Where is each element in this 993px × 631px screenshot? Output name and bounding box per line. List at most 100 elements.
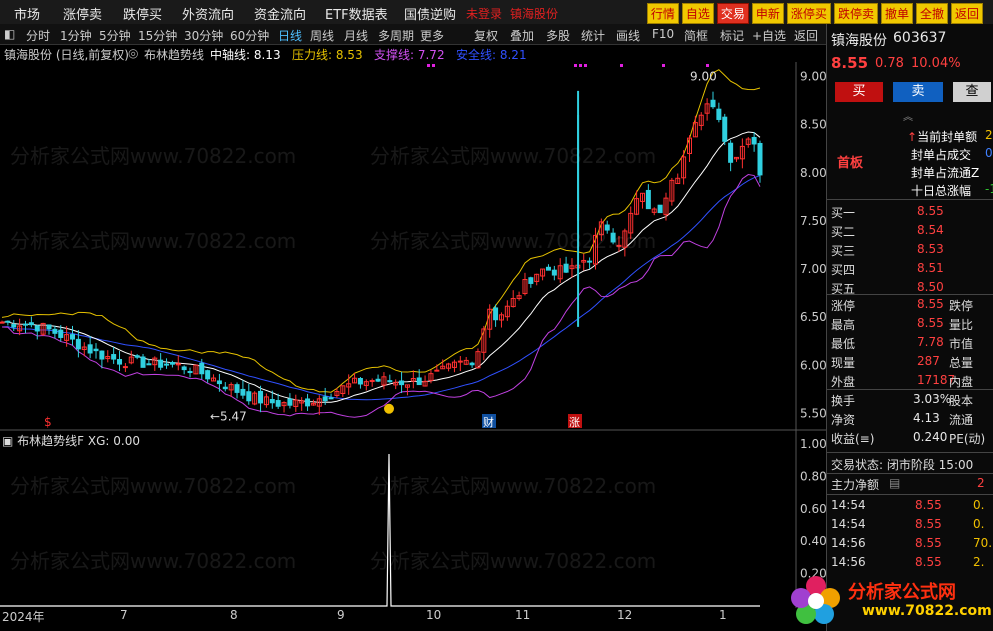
x-axis-label: 8 xyxy=(230,608,238,622)
stat-value: 3.03% xyxy=(913,392,952,406)
tab-30min[interactable]: 30分钟 xyxy=(184,27,223,44)
menu-limit-up-sell[interactable]: 涨停卖 xyxy=(63,4,102,23)
tick-time: 14:54 xyxy=(831,498,866,512)
tab-multi-period[interactable]: 多周期 xyxy=(378,27,414,44)
menu-fund-flow[interactable]: 资金流向 xyxy=(254,4,306,23)
sell-button[interactable]: 卖 xyxy=(893,82,943,102)
cancel-all-button[interactable]: 全撤 xyxy=(915,3,948,24)
candle-body xyxy=(28,322,34,326)
tab-15min[interactable]: 15分钟 xyxy=(138,27,177,44)
indicator-name[interactable]: 布林趋势线 xyxy=(144,46,204,63)
top-menu-bar: 市场 涨停卖 跌停买 外资流向 资金流向 ETF数据表 国债逆购 未登录 镇海股… xyxy=(0,0,993,25)
candle-body xyxy=(545,266,551,271)
info-seal-float: 封单占流通Z xyxy=(911,166,980,180)
candle-body xyxy=(34,325,40,332)
stat-label-right: 总量 xyxy=(949,356,974,370)
tool-draw[interactable]: 画线 xyxy=(616,27,640,44)
tab-daily[interactable]: 日线 xyxy=(278,27,302,44)
menu-market[interactable]: 市场 xyxy=(14,4,40,23)
tab-weekly[interactable]: 周线 xyxy=(310,27,334,44)
candle-body xyxy=(710,99,716,108)
tab-monthly[interactable]: 月线 xyxy=(344,27,368,44)
low-price-label: ←5.47 xyxy=(210,409,247,423)
tool-mark[interactable]: 标记 xyxy=(720,27,744,44)
sub-indicator-legend: ▣ 布林趋势线F XG: 0.00 xyxy=(2,432,140,449)
stat-label: 外盘 xyxy=(831,375,856,389)
candle-body xyxy=(23,323,29,326)
collapse-icon[interactable]: ︽ xyxy=(903,108,913,123)
tick-volume: 0. xyxy=(973,498,985,512)
menu-repo[interactable]: 国债逆购 xyxy=(404,4,456,23)
y-axis-tick: 5.50 xyxy=(800,407,826,421)
tab-more[interactable]: 更多 xyxy=(420,27,444,44)
candle-body xyxy=(322,396,328,402)
dollar-marker: $ xyxy=(44,415,52,429)
sub-toggle-icon[interactable]: ▣ xyxy=(2,434,17,448)
candle-body xyxy=(722,116,728,142)
netflow-list-icon[interactable]: ▤ xyxy=(889,476,900,490)
legend-toggle-icon[interactable]: ◎ xyxy=(128,46,138,60)
stat-value: 8.55 xyxy=(917,297,944,311)
limit-marker: 涨 xyxy=(569,416,580,429)
candle-body xyxy=(158,359,164,368)
menu-foreign-flow[interactable]: 外资流向 xyxy=(182,4,234,23)
login-status[interactable]: 未登录 xyxy=(466,5,502,22)
netflow-value: 2 xyxy=(977,476,985,490)
stat-label-right: PE(动) xyxy=(949,432,986,446)
menu-limit-down-buy[interactable]: 跌停买 xyxy=(123,4,162,23)
info-value: 0. xyxy=(985,146,993,160)
candle-body xyxy=(563,263,569,273)
signal-marker xyxy=(427,64,430,67)
tool-stats[interactable]: 统计 xyxy=(581,27,605,44)
y-axis-tick: 7.00 xyxy=(800,262,826,276)
tool-back[interactable]: 返回 xyxy=(794,27,818,44)
y-axis-tick: 7.50 xyxy=(800,214,826,228)
tool-f10[interactable]: F10 xyxy=(652,27,674,41)
book-level-label: 买二 xyxy=(831,225,856,239)
query-button[interactable]: 查 xyxy=(953,82,991,102)
buy-button[interactable]: 买 xyxy=(835,82,883,102)
candle-body xyxy=(399,380,405,386)
book-level-price: 8.51 xyxy=(917,261,944,275)
trade-button[interactable]: 交易 xyxy=(716,3,749,24)
candle-body xyxy=(657,204,663,214)
tick-price: 8.55 xyxy=(915,498,942,512)
candle-body xyxy=(469,362,475,366)
stat-label: 最低 xyxy=(831,337,856,351)
candle-body xyxy=(757,142,763,176)
stat-label: 涨停 xyxy=(831,299,856,313)
limit-up-buy-button[interactable]: 涨停买 xyxy=(786,3,831,24)
tool-overlay[interactable]: 叠加 xyxy=(510,27,534,44)
candle-body xyxy=(140,356,146,368)
logo-url: www.70822.com xyxy=(862,603,992,619)
tool-multi-stock[interactable]: 多股 xyxy=(546,27,570,44)
x-axis-label: 7 xyxy=(120,608,128,622)
limit-down-sell-button[interactable]: 跌停卖 xyxy=(833,3,878,24)
back-button[interactable]: 返回 xyxy=(950,3,983,24)
candle-body xyxy=(5,320,11,323)
tool-add-watch[interactable]: +自选 xyxy=(752,27,786,44)
candle-body xyxy=(246,391,252,402)
x-axis-label: 2024年 xyxy=(2,610,45,624)
candle-body xyxy=(52,328,58,334)
netflow-label: 主力净额 xyxy=(831,478,880,492)
info-value: 2( xyxy=(985,128,993,142)
stat-label-right: 市值 xyxy=(949,337,974,351)
tool-frame[interactable]: 简框 xyxy=(684,27,708,44)
tick-price: 8.55 xyxy=(915,536,942,550)
price-change: 0.78 xyxy=(875,56,904,71)
finance-marker: 财 xyxy=(483,415,494,429)
quote-button[interactable]: 行情 xyxy=(646,3,679,24)
tab-1min[interactable]: 1分钟 xyxy=(60,27,92,44)
cancel-order-button[interactable]: 撤单 xyxy=(880,3,913,24)
tick-price: 8.55 xyxy=(915,555,942,569)
tab-60min[interactable]: 60分钟 xyxy=(230,27,269,44)
watermark: 分析家公式网www.70822.com xyxy=(370,144,657,168)
ipo-button[interactable]: 申新 xyxy=(751,3,784,24)
menu-etf-table[interactable]: ETF数据表 xyxy=(325,4,388,23)
tab-5min[interactable]: 5分钟 xyxy=(99,27,131,44)
toolbar-toggle-icon[interactable]: ◧ xyxy=(4,27,15,41)
tab-timeshare[interactable]: 分时 xyxy=(26,27,50,44)
watchlist-button[interactable]: 自选 xyxy=(681,3,714,24)
tool-adjust[interactable]: 复权 xyxy=(474,27,498,44)
